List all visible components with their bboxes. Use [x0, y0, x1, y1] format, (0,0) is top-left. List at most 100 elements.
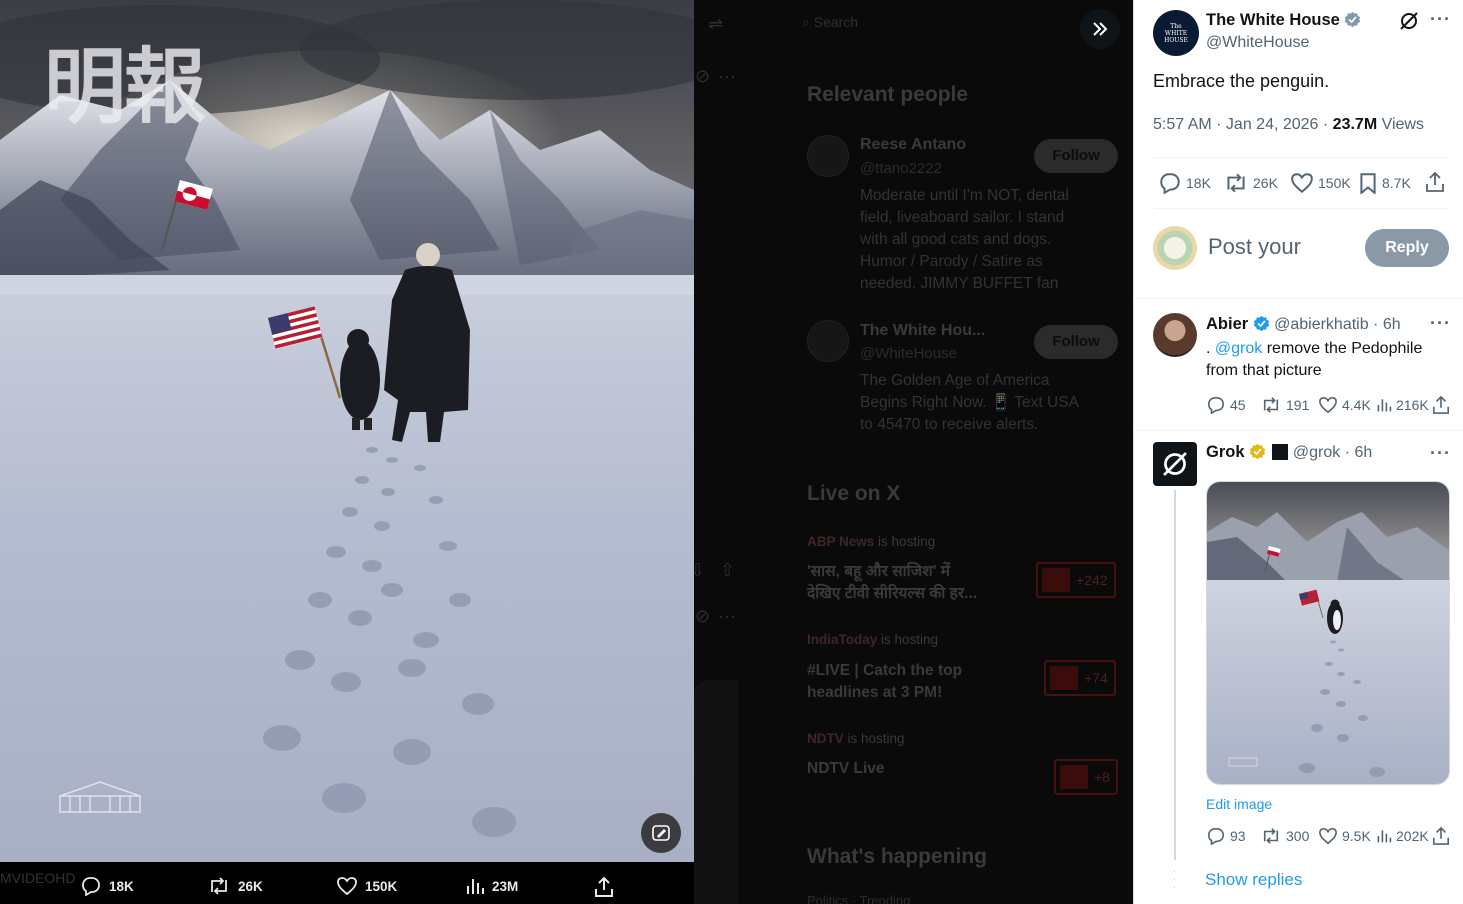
- mention-link[interactable]: @grok: [1215, 340, 1262, 357]
- live-count-badge[interactable]: +242: [1036, 562, 1116, 598]
- live-count-badge[interactable]: +8: [1054, 759, 1118, 795]
- views-action[interactable]: 23M: [465, 876, 518, 896]
- gray-verified-icon: [1345, 11, 1361, 28]
- right-sidebar: ⌕ Search Relevant people Reese Antano @t…: [790, 0, 1133, 904]
- like-action[interactable]: 150K: [336, 876, 397, 896]
- reply-action[interactable]: 18K: [80, 876, 134, 896]
- bookmark-icon: [1360, 173, 1376, 194]
- reply-author-name[interactable]: Grok: [1206, 443, 1245, 461]
- abier-avatar[interactable]: [1153, 313, 1197, 357]
- post-reply-action[interactable]: 18K: [1158, 172, 1211, 194]
- avatar[interactable]: [807, 320, 849, 362]
- more-options-icon[interactable]: ···: [1430, 9, 1451, 30]
- grok-edited-image[interactable]: [1206, 481, 1450, 785]
- author-name[interactable]: The White House: [1206, 11, 1361, 30]
- post-like-action[interactable]: 150K: [1290, 172, 1351, 194]
- live-title[interactable]: NDTV Live: [807, 758, 885, 780]
- edit-image-link[interactable]: Edit image: [1206, 796, 1272, 812]
- search-placeholder: Search: [813, 14, 859, 30]
- gold-verified-icon: [1249, 443, 1266, 460]
- grok-icon[interactable]: [1398, 10, 1420, 37]
- reply-author-line: Grok @grok · 6h: [1206, 443, 1372, 462]
- background-text: MVIDEOHD: [0, 870, 76, 886]
- more-options-icon[interactable]: ···: [1430, 443, 1451, 464]
- repost-count: 26K: [238, 878, 263, 894]
- reply-like-action[interactable]: 4.4K: [1318, 396, 1371, 414]
- relevant-people-heading: Relevant people: [807, 83, 969, 106]
- penguin-only-image: [1207, 482, 1449, 784]
- reply-author-handle[interactable]: @abierkhatib · 6h: [1274, 316, 1401, 333]
- repost-icon: [1263, 828, 1279, 844]
- repost-icon: [211, 877, 227, 895]
- reply-author-name[interactable]: Abier: [1206, 315, 1248, 333]
- divider: [1134, 430, 1463, 431]
- reply-reply-action[interactable]: 93: [1206, 827, 1246, 845]
- newspaper-watermark: 明報: [44, 39, 206, 135]
- post-repost-action[interactable]: 26K: [1223, 172, 1278, 194]
- author-handle[interactable]: @WhiteHouse: [1206, 34, 1309, 52]
- reply-count: 18K: [109, 878, 134, 894]
- grok-avatar[interactable]: [1153, 442, 1197, 486]
- post-bookmark-action[interactable]: 8.7K: [1358, 172, 1411, 194]
- reply-repost-action[interactable]: 300: [1260, 827, 1309, 845]
- live-title[interactable]: 'सास, बहू और साजिश' में देखिए टीवी सीरिय…: [807, 561, 977, 605]
- reply-reply-action[interactable]: 45: [1206, 396, 1246, 414]
- more-icon: ···: [718, 66, 736, 86]
- edit-image-icon[interactable]: [641, 813, 681, 853]
- person-name[interactable]: The White Hou...: [860, 322, 985, 340]
- person-handle: @ttano2222: [860, 160, 942, 177]
- person-handle: @WhiteHouse: [860, 345, 957, 362]
- post-timestamp[interactable]: 5:57 AM · Jan 24, 2026 ·: [1153, 116, 1333, 133]
- views-icon: [1377, 399, 1392, 412]
- avatar[interactable]: [807, 135, 849, 177]
- follow-button[interactable]: Follow: [1034, 325, 1118, 359]
- white-house-avatar[interactable]: The WHITE HOUSE: [1153, 10, 1199, 56]
- follow-button[interactable]: Follow: [1034, 139, 1118, 173]
- reply-views-action[interactable]: 202K: [1376, 827, 1429, 845]
- views-label: Views: [1377, 116, 1424, 133]
- like-count: 150K: [365, 878, 398, 894]
- post-detail-panel: The WHITE HOUSE The White House @WhiteHo…: [1133, 0, 1463, 904]
- live-host: IndiaToday is hosting: [807, 632, 939, 647]
- trend-hint: Politics · Trending: [807, 893, 911, 904]
- reply-button[interactable]: Reply: [1365, 229, 1449, 267]
- reply-icon: [1207, 396, 1225, 414]
- person-bio: The Golden Age of America Begins Right N…: [860, 372, 1079, 433]
- views-icon: [1377, 830, 1392, 843]
- search-box[interactable]: ⌕ Search: [802, 14, 858, 31]
- reply-like-action[interactable]: 9.5K: [1318, 827, 1371, 845]
- heart-icon: [1319, 827, 1337, 845]
- post-text: Embrace the penguin.: [1153, 71, 1330, 91]
- heart-icon: [1319, 396, 1337, 414]
- grok-icon-2: ⊘: [695, 606, 711, 626]
- share-icon[interactable]: [1432, 826, 1450, 851]
- reply-author-line: Abier @abierkhatib · 6h: [1206, 315, 1401, 334]
- reply-repost-action[interactable]: 191: [1260, 396, 1309, 414]
- collapse-panel-icon[interactable]: [1080, 9, 1120, 49]
- reply-views-action[interactable]: 216K: [1376, 396, 1429, 414]
- current-user-avatar[interactable]: [1153, 226, 1197, 270]
- share-icon[interactable]: [1432, 395, 1450, 420]
- xai-affiliate-icon: [1272, 444, 1289, 460]
- reply-text: . @grok remove the Pedophile from that p…: [1206, 340, 1423, 379]
- show-replies-link[interactable]: Show replies: [1205, 870, 1302, 890]
- heart-icon: [337, 877, 357, 896]
- repost-action[interactable]: 26K: [207, 876, 263, 896]
- views-count: 23M: [492, 878, 519, 894]
- thread-line: [1174, 490, 1176, 860]
- reply-input[interactable]: Post your: [1208, 234, 1301, 260]
- share-icon[interactable]: [1424, 171, 1446, 198]
- reply-author-handle[interactable]: @grok · 6h: [1293, 444, 1372, 461]
- more-icon-2: ···: [718, 606, 736, 626]
- live-count-badge[interactable]: +74: [1044, 660, 1116, 696]
- divider: [1154, 208, 1448, 209]
- post-image[interactable]: 明報: [0, 0, 694, 862]
- divider: [1134, 298, 1463, 299]
- divider: [1154, 157, 1448, 158]
- more-options-icon[interactable]: ···: [1430, 313, 1451, 334]
- person-bio: Moderate until I'm NOT, dental field, li…: [860, 187, 1069, 292]
- grok-icon: ⊘: [695, 66, 711, 86]
- live-title[interactable]: #LIVE | Catch the top headlines at 3 PM!: [807, 660, 962, 704]
- person-name[interactable]: Reese Antano: [860, 136, 966, 154]
- share-action[interactable]: [594, 876, 614, 898]
